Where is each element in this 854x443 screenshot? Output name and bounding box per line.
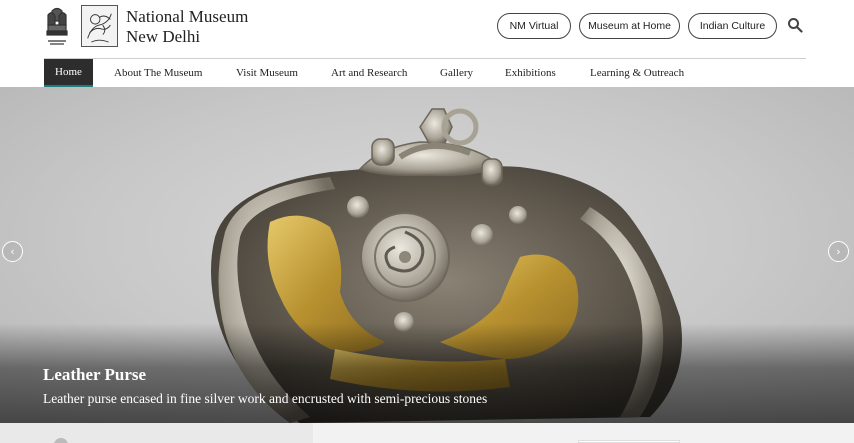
slider-next-button[interactable]: › [828,241,849,262]
nav-item-art-research[interactable]: Art and Research [331,59,407,87]
nav-item-exhibitions[interactable]: Exhibitions [505,59,556,87]
slide-description: Leather purse encased in fine silver wor… [43,391,488,406]
chevron-right-icon: › [836,245,841,258]
below-fold-section [0,423,854,443]
state-emblem-icon[interactable] [44,5,70,49]
nav-item-about[interactable]: About The Museum [114,59,202,87]
below-fold-panel [0,423,313,443]
nav-item-gallery[interactable]: Gallery [440,59,473,87]
slide-title: Leather Purse [43,365,147,384]
site-title-line2: New Delhi [126,27,201,46]
site-title[interactable]: National Museum New Delhi [126,7,248,47]
avatar [54,438,68,443]
nav-item-learning[interactable]: Learning & Outreach [590,59,684,87]
nm-virtual-link[interactable]: NM Virtual [497,13,571,39]
chevron-left-icon: ‹ [10,245,15,258]
museum-seal-logo[interactable] [81,5,118,47]
site-title-line1: National Museum [126,7,249,26]
nav-item-visit[interactable]: Visit Museum [236,59,298,87]
museum-at-home-link[interactable]: Museum at Home [579,13,680,39]
nav-item-home[interactable]: Home [44,59,93,87]
search-icon[interactable] [787,17,803,33]
indian-culture-link[interactable]: Indian Culture [688,13,777,39]
hero-slider[interactable]: Leather Purse Leather purse encased in f… [0,87,854,423]
slider-prev-button[interactable]: ‹ [2,241,23,262]
site-header: National Museum New Delhi NM Virtual Mus… [0,0,854,58]
